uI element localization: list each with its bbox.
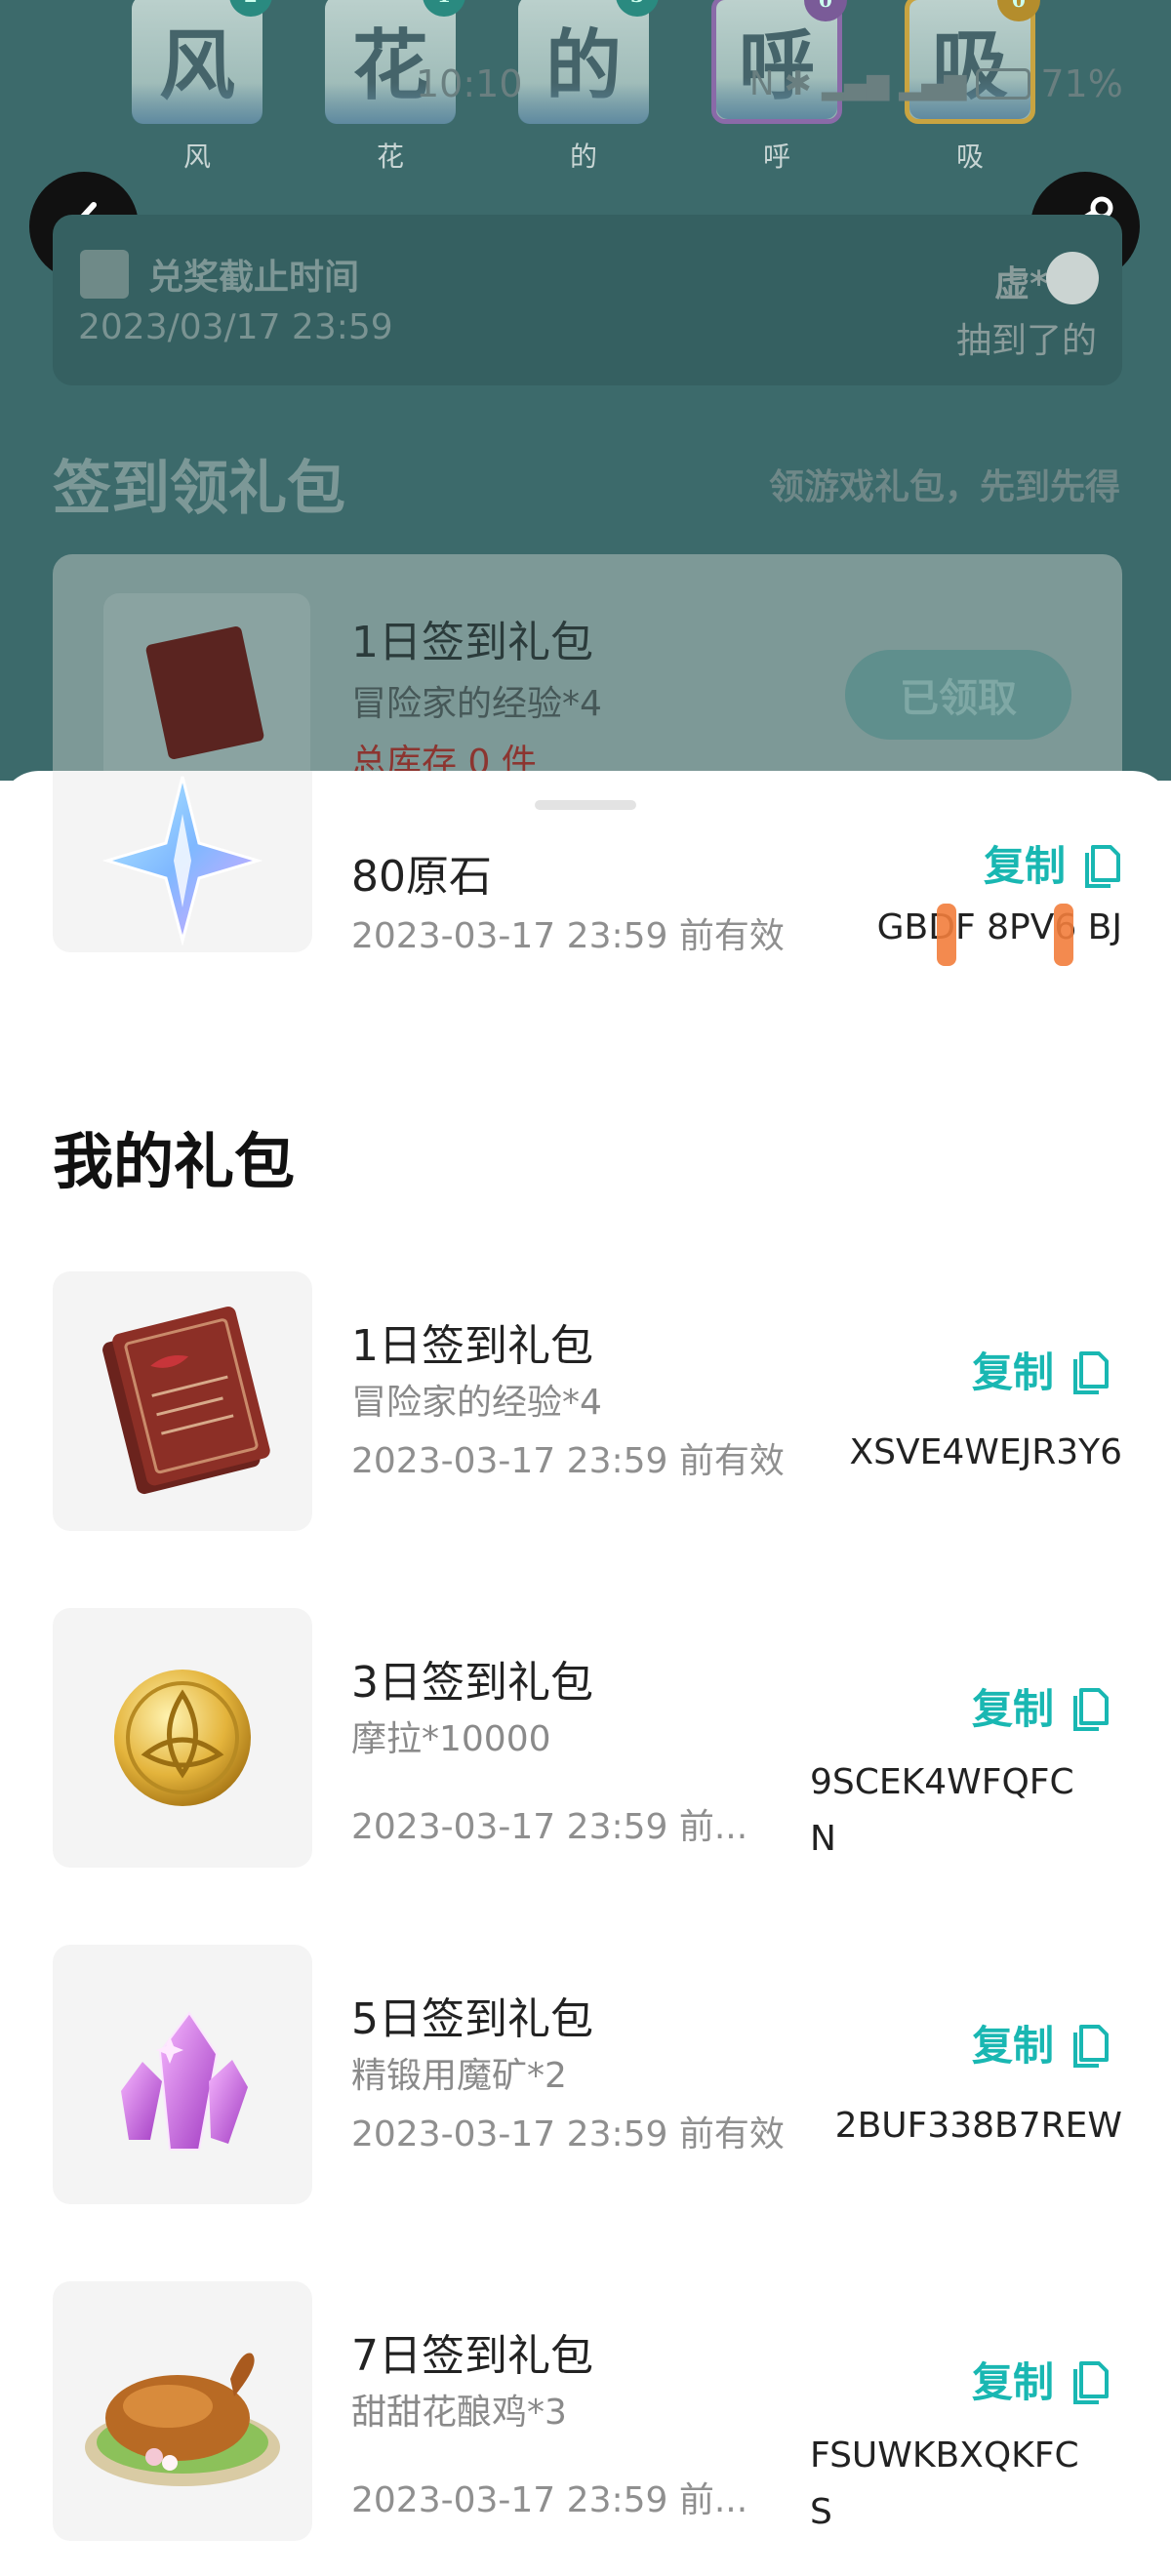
- copy-button[interactable]: 复制: [972, 1676, 1112, 1736]
- code-line: 2BUF338B7REW: [834, 2106, 1122, 2146]
- item-expiry: 2023-03-17 23:59 前有效: [351, 1441, 785, 1481]
- card-label: 吸: [955, 141, 984, 173]
- copy-label: 复制: [983, 842, 1066, 890]
- code-line: N: [810, 1819, 836, 1859]
- count-badge: 1: [423, 0, 465, 17]
- item-expiry: 2023-03-17 23:59 前有效: [351, 2114, 785, 2154]
- wave-decoration: [518, 83, 649, 124]
- copy-button[interactable]: 复制: [972, 2350, 1112, 2409]
- redeem-code: FSUWKBXQKFC S: [810, 2428, 1103, 2541]
- item-expiry: 2023-03-17 23:59 前有效: [351, 916, 785, 956]
- item-name: 1日签到礼包: [351, 1321, 593, 1371]
- item-thumb: [53, 2281, 312, 2541]
- copy-icon: [1073, 1687, 1109, 1731]
- item-name: 5日签到礼包: [351, 1994, 593, 2044]
- prize-card-de: 的3 的: [518, 0, 659, 175]
- code-line: FSUWKBXQKFC: [810, 2435, 1079, 2475]
- copy-button[interactable]: 复制: [984, 833, 1124, 893]
- item-expiry: 2023-03-17 23:59 前...: [351, 2480, 748, 2520]
- copy-label: 复制: [971, 1685, 1054, 1733]
- prize-card-feng: 风2 风: [132, 0, 272, 175]
- copy-label: 复制: [971, 2022, 1054, 2070]
- redeem-code: XSVE4WEJR3Y6: [849, 1432, 1122, 1472]
- item-thumb: [53, 1271, 312, 1531]
- item-desc: 精锻用魔矿*2: [351, 2056, 567, 2096]
- signal-icon-2: ▂▄▆: [899, 66, 967, 101]
- book-icon: [102, 1307, 270, 1495]
- copy-icon: [1073, 2360, 1109, 2404]
- count-badge: 3: [616, 0, 659, 17]
- code-line: 9SCEK4WFQFC: [810, 1762, 1074, 1802]
- card-label: 风: [182, 141, 211, 173]
- item-desc: 冒险家的经验*4: [351, 1383, 602, 1423]
- signal-icon: ▂▄▆: [821, 66, 890, 101]
- roast-chicken-icon: [85, 2353, 280, 2486]
- item-desc: 甜甜花酿鸡*3: [351, 2393, 567, 2433]
- item-name: 7日签到礼包: [351, 2331, 593, 2381]
- copy-button[interactable]: 复制: [972, 1340, 1112, 1399]
- calendar-icon: [80, 250, 129, 299]
- item-name: 80原石: [351, 852, 492, 902]
- redeem-code: 2BUF338B7REW: [835, 2106, 1122, 2146]
- avatar: [1046, 252, 1099, 304]
- item-thumb: [53, 1945, 312, 2204]
- primogem-icon: [101, 776, 263, 946]
- item-expiry: 2023-03-17 23:59 前...: [351, 1807, 748, 1847]
- redeem-code: GBDF 8PV6 BJ: [876, 907, 1122, 947]
- item-desc: 摩拉*10000: [351, 1719, 551, 1759]
- gift-bottom-sheet: 80原石 2023-03-17 23:59 前有效 GBDF 8PV6 BJ 复…: [0, 771, 1171, 2576]
- status-icons: N ✱ ▂▄▆ ▂▄▆ 71%: [749, 60, 1123, 107]
- code-line: S: [810, 2492, 832, 2532]
- copy-button[interactable]: 复制: [972, 2013, 1112, 2073]
- copy-label: 复制: [971, 1348, 1054, 1396]
- my-gifts-title: 我的礼包: [53, 1126, 296, 1197]
- signin-section-title: 签到领礼包: [53, 455, 345, 523]
- copy-icon: [1073, 1350, 1109, 1394]
- copy-label: 复制: [971, 2358, 1054, 2406]
- card-label: 花: [376, 141, 404, 173]
- item-thumb: [53, 1608, 312, 1868]
- word-card: 的3: [518, 0, 659, 124]
- gift-desc: 冒险家的经验*4: [351, 684, 602, 724]
- redaction-mark: [937, 904, 956, 966]
- item-thumb: [53, 771, 312, 952]
- word-card: 风2: [132, 0, 272, 124]
- crystal-icon: [121, 2011, 248, 2151]
- winner-text: 抽到了的: [955, 321, 1097, 361]
- battery-percent: 71%: [1040, 62, 1123, 105]
- deadline-title: 兑奖截止时间: [148, 258, 360, 298]
- status-time: 10:10: [416, 62, 523, 105]
- mora-coin-icon: [114, 1670, 251, 1806]
- sheet-drag-handle[interactable]: [535, 800, 636, 810]
- signin-section-subtitle: 领游戏礼包，先到先得: [768, 467, 1120, 507]
- card-label: 呼: [762, 141, 790, 173]
- redaction-mark: [1054, 904, 1073, 966]
- battery-icon: [976, 68, 1031, 100]
- copy-icon: [1085, 844, 1120, 888]
- nfc-icon: N: [749, 64, 775, 103]
- background-page: 风2 风 花1 花 的3 的 呼0 呼 吸0 吸 10:10 N ✱ ▂▄▆ ▂…: [0, 0, 1171, 781]
- deadline-value: 2023/03/17 23:59: [78, 307, 393, 347]
- wave-decoration: [132, 83, 262, 124]
- code-line: XSVE4WEJR3Y6: [849, 1432, 1122, 1472]
- gift-name: 1日签到礼包: [351, 618, 593, 667]
- card-label: 的: [569, 141, 597, 173]
- item-name: 3日签到礼包: [351, 1658, 593, 1708]
- copy-icon: [1073, 2024, 1109, 2068]
- claimed-button[interactable]: 已领取: [845, 650, 1071, 740]
- count-badge: 2: [229, 0, 272, 17]
- bluetooth-icon: ✱: [784, 64, 812, 103]
- winner-name: 虚*: [994, 264, 1048, 304]
- redeem-code: 9SCEK4WFQFC N: [810, 1754, 1103, 1868]
